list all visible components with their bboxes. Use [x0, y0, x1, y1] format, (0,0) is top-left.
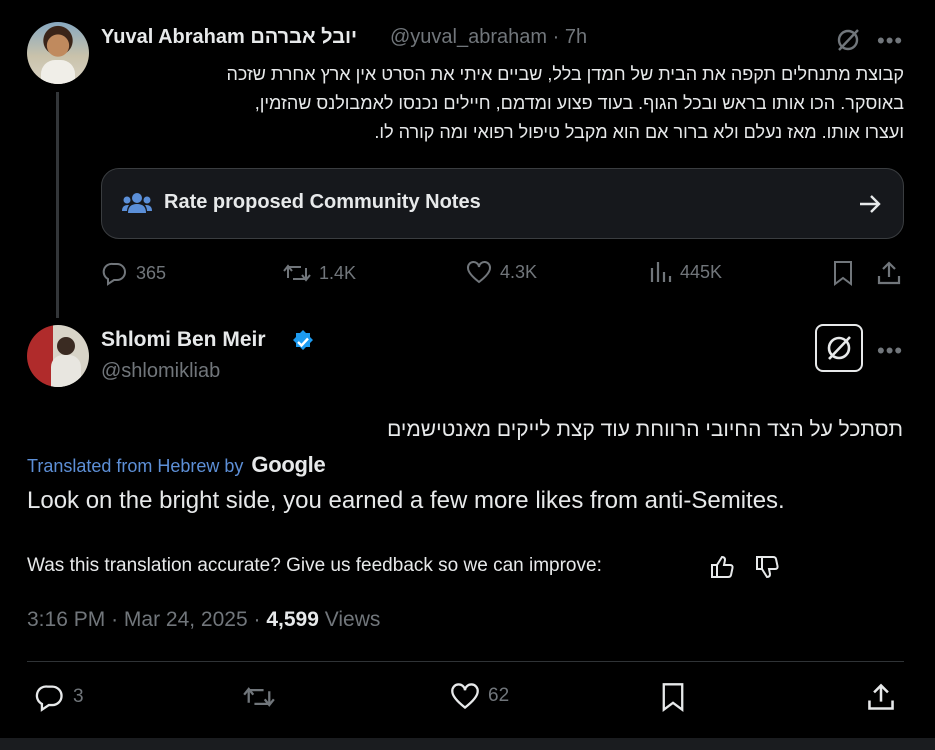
verified-badge-icon — [290, 329, 316, 355]
translation-feedback-prompt: Was this translation accurate? Give us f… — [27, 555, 602, 576]
like-button[interactable]: 4.3K — [466, 260, 537, 284]
author-handle[interactable]: @yuval_abraham — [390, 26, 547, 48]
reply-count: 3 — [73, 686, 84, 707]
thread-connector-line — [56, 92, 59, 318]
bookmark-button[interactable] — [660, 682, 686, 712]
share-icon — [868, 683, 894, 710]
like-button[interactable]: 62 — [450, 682, 509, 710]
repost-button[interactable]: 1.4K — [283, 260, 356, 286]
thumbs-up-icon[interactable] — [709, 554, 735, 580]
share-icon — [877, 261, 901, 285]
author-handle-and-time[interactable]: @yuval_abraham · 7h — [390, 26, 587, 49]
community-notes-button[interactable]: Rate proposed Community Notes — [101, 168, 904, 239]
repost-icon — [283, 264, 311, 282]
post-time[interactable]: 7h — [565, 26, 587, 48]
translation-attribution: Translated from Hebrew by Google — [27, 452, 326, 478]
grok-icon[interactable] — [835, 27, 861, 53]
tweet-text-original: תסתכל על הצד החיובי הרווחת עוד קצת לייקי… — [387, 418, 903, 441]
separator-dot: · — [552, 26, 560, 48]
views-button[interactable]: 445K — [648, 260, 722, 284]
views-label: Views — [324, 608, 381, 631]
tweet-text-translation: Look on the bright side, you earned a fe… — [27, 487, 785, 514]
bottom-edge-bar — [0, 738, 935, 750]
grok-button[interactable] — [815, 324, 863, 372]
thumbs-down-icon[interactable] — [754, 554, 780, 580]
reply-count: 365 — [136, 262, 167, 283]
like-count: 62 — [488, 685, 510, 706]
bookmark-icon — [834, 261, 852, 286]
avatar-yuval-abraham[interactable] — [27, 22, 89, 84]
reply-icon — [35, 685, 63, 712]
reply-button[interactable]: 365 — [102, 260, 166, 286]
post-date: Mar 24, 2025 — [123, 608, 248, 631]
post-timestamp[interactable]: 3:16 PM · Mar 24, 2025 · 4,599 Views — [27, 608, 380, 632]
views-icon — [650, 262, 672, 282]
tweet-text: קבוצת מתנחלים תקפה את הבית של חמדן בלל, … — [104, 60, 904, 147]
author-name[interactable]: Shlomi Ben Meir — [101, 328, 266, 352]
grok-icon — [827, 336, 851, 360]
repost-icon — [243, 687, 275, 707]
more-icon[interactable]: ••• — [877, 338, 903, 364]
author-handle[interactable]: @shlomikliab — [101, 360, 220, 383]
post-time: 3:16 PM — [27, 608, 106, 631]
translated-from-label[interactable]: Translated from Hebrew by — [27, 456, 243, 477]
tweet-text-line: ועצרו אותו. מאז נעלם ולא ברור אם הוא מקב… — [374, 122, 904, 142]
bookmark-icon — [662, 683, 684, 712]
arrow-right-icon — [858, 193, 882, 215]
separator-dot: · — [111, 608, 119, 631]
views-count: 4,599 — [266, 608, 319, 631]
google-logo: Google — [251, 452, 326, 477]
like-count: 4.3K — [500, 261, 538, 282]
author-name[interactable]: Yuval Abraham יובל אברהם — [101, 26, 357, 49]
repost-button[interactable] — [243, 682, 275, 712]
reply-icon — [102, 262, 126, 286]
share-button[interactable] — [876, 260, 902, 286]
divider — [27, 661, 904, 662]
more-icon[interactable]: ••• — [877, 28, 903, 54]
like-icon — [451, 683, 479, 710]
tweet-text-line: קבוצת מתנחלים תקפה את הבית של חמדן בלל, … — [226, 64, 904, 84]
reply-button[interactable]: 3 — [35, 682, 84, 712]
community-notes-label: Rate proposed Community Notes — [164, 191, 481, 213]
repost-count: 1.4K — [319, 262, 357, 283]
community-notes-icon — [122, 191, 152, 217]
avatar-shlomi-ben-meir[interactable] — [27, 325, 89, 387]
tweet-text-line: באוסקר. הכו אותו בראש ובכל הגוף. בעוד פצ… — [254, 93, 904, 113]
views-count: 445K — [680, 261, 723, 282]
separator-dot: · — [253, 608, 261, 631]
bookmark-button[interactable] — [832, 260, 854, 286]
like-icon — [467, 261, 491, 284]
share-button[interactable] — [866, 682, 896, 712]
